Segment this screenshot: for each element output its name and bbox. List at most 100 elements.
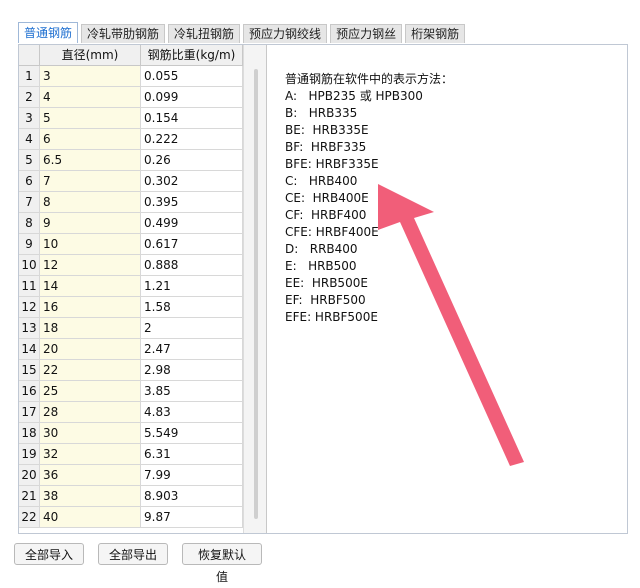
weight-cell[interactable]: 7.99: [141, 465, 243, 485]
diameter-cell[interactable]: 9: [40, 213, 141, 233]
row-index-cell: 1: [19, 66, 40, 86]
tab-cold-rolled-ribbed[interactable]: 冷轧带肋钢筋: [81, 24, 166, 43]
table-row[interactable]: 8 9 0.499: [19, 213, 243, 234]
row-index-cell: 13: [19, 318, 40, 338]
table-row[interactable]: 20 36 7.99: [19, 465, 243, 486]
table-row[interactable]: 1 3 0.055: [19, 66, 243, 87]
table-row[interactable]: 17 28 4.83: [19, 402, 243, 423]
export-all-button[interactable]: 全部导出: [98, 543, 168, 565]
rebar-settings-dialog: 普通钢筋 冷轧带肋钢筋 冷轧扭钢筋 预应力钢绞线 预应力钢丝 桁架钢筋 直径(m…: [12, 16, 628, 540]
row-index-cell: 21: [19, 486, 40, 506]
row-index-cell: 22: [19, 507, 40, 527]
diameter-cell[interactable]: 4: [40, 87, 141, 107]
weight-cell[interactable]: 2.47: [141, 339, 243, 359]
diameter-cell[interactable]: 10: [40, 234, 141, 254]
weight-cell[interactable]: 0.617: [141, 234, 243, 254]
row-index-cell: 19: [19, 444, 40, 464]
diameter-cell[interactable]: 8: [40, 192, 141, 212]
weight-cell[interactable]: 0.888: [141, 255, 243, 275]
row-index-cell: 14: [19, 339, 40, 359]
diameter-cell[interactable]: 6: [40, 129, 141, 149]
description-title: 普通钢筋在软件中的表示方法：: [285, 72, 454, 86]
diameter-cell[interactable]: 22: [40, 360, 141, 380]
diameter-cell[interactable]: 18: [40, 318, 141, 338]
table-row[interactable]: 15 22 2.98: [19, 360, 243, 381]
table-row[interactable]: 7 8 0.395: [19, 192, 243, 213]
weight-cell[interactable]: 5.549: [141, 423, 243, 443]
restore-defaults-button[interactable]: 恢复默认值: [182, 543, 262, 584]
diameter-cell[interactable]: 5: [40, 108, 141, 128]
notation-line: CE: HRB400E: [285, 191, 369, 205]
diameter-cell[interactable]: 6.5: [40, 150, 141, 170]
diameter-cell[interactable]: 7: [40, 171, 141, 191]
weight-cell[interactable]: 0.26: [141, 150, 243, 170]
row-index-cell: 16: [19, 381, 40, 401]
tab-bar: 普通钢筋 冷轧带肋钢筋 冷轧扭钢筋 预应力钢绞线 预应力钢丝 桁架钢筋: [18, 22, 468, 44]
table-row[interactable]: 12 16 1.58: [19, 297, 243, 318]
header-index: [19, 45, 40, 65]
tab-regular-rebar[interactable]: 普通钢筋: [18, 22, 79, 43]
table-row[interactable]: 14 20 2.47: [19, 339, 243, 360]
weight-cell[interactable]: 9.87: [141, 507, 243, 527]
weight-cell[interactable]: 0.302: [141, 171, 243, 191]
weight-cell[interactable]: 1.58: [141, 297, 243, 317]
table-row[interactable]: 3 5 0.154: [19, 108, 243, 129]
diameter-cell[interactable]: 32: [40, 444, 141, 464]
row-index-cell: 11: [19, 276, 40, 296]
weight-cell[interactable]: 2: [141, 318, 243, 338]
table-row[interactable]: 13 18 2: [19, 318, 243, 339]
notation-line: EFE: HRBF500E: [285, 310, 378, 324]
row-index-cell: 10: [19, 255, 40, 275]
weight-cell[interactable]: 0.222: [141, 129, 243, 149]
row-index-cell: 8: [19, 213, 40, 233]
tab-cold-rolled-twisted[interactable]: 冷轧扭钢筋: [168, 24, 241, 43]
diameter-cell[interactable]: 40: [40, 507, 141, 527]
import-all-button[interactable]: 全部导入: [14, 543, 84, 565]
header-diameter[interactable]: 直径(mm): [40, 45, 141, 65]
weight-cell[interactable]: 0.395: [141, 192, 243, 212]
weight-cell[interactable]: 1.21: [141, 276, 243, 296]
table-row[interactable]: 18 30 5.549: [19, 423, 243, 444]
weight-cell[interactable]: 0.499: [141, 213, 243, 233]
diameter-cell[interactable]: 16: [40, 297, 141, 317]
tab-prestressed-strand[interactable]: 预应力钢绞线: [243, 24, 328, 43]
diameter-cell[interactable]: 20: [40, 339, 141, 359]
row-index-cell: 6: [19, 171, 40, 191]
weight-cell[interactable]: 0.099: [141, 87, 243, 107]
diameter-cell[interactable]: 28: [40, 402, 141, 422]
diameter-cell[interactable]: 14: [40, 276, 141, 296]
diameter-cell[interactable]: 30: [40, 423, 141, 443]
notation-line: BE: HRB335E: [285, 123, 369, 137]
table-row[interactable]: 21 38 8.903: [19, 486, 243, 507]
table-row[interactable]: 11 14 1.21: [19, 276, 243, 297]
table-row[interactable]: 19 32 6.31: [19, 444, 243, 465]
weight-cell[interactable]: 6.31: [141, 444, 243, 464]
table-scrollbar[interactable]: [243, 45, 267, 533]
weight-cell[interactable]: 0.055: [141, 66, 243, 86]
tab-prestressed-wire[interactable]: 预应力钢丝: [330, 24, 403, 43]
header-weight[interactable]: 钢筋比重(kg/m): [141, 45, 243, 65]
diameter-cell[interactable]: 12: [40, 255, 141, 275]
table-row[interactable]: 5 6.5 0.26: [19, 150, 243, 171]
diameter-cell[interactable]: 25: [40, 381, 141, 401]
diameter-cell[interactable]: 3: [40, 66, 141, 86]
table-row[interactable]: 10 12 0.888: [19, 255, 243, 276]
weight-cell[interactable]: 0.154: [141, 108, 243, 128]
weight-cell[interactable]: 2.98: [141, 360, 243, 380]
diameter-cell[interactable]: 38: [40, 486, 141, 506]
weight-cell[interactable]: 4.83: [141, 402, 243, 422]
scrollbar-thumb[interactable]: [254, 69, 258, 519]
table-row[interactable]: 22 40 9.87: [19, 507, 243, 528]
notation-line: D: RRB400: [285, 242, 358, 256]
weight-cell[interactable]: 8.903: [141, 486, 243, 506]
table-row[interactable]: 6 7 0.302: [19, 171, 243, 192]
table-row[interactable]: 9 10 0.617: [19, 234, 243, 255]
weight-cell[interactable]: 3.85: [141, 381, 243, 401]
table-row[interactable]: 2 4 0.099: [19, 87, 243, 108]
row-index-cell: 7: [19, 192, 40, 212]
table-row[interactable]: 16 25 3.85: [19, 381, 243, 402]
diameter-cell[interactable]: 36: [40, 465, 141, 485]
tab-truss-rebar[interactable]: 桁架钢筋: [405, 24, 466, 43]
button-bar: 全部导入 全部导出 恢复默认值: [14, 543, 276, 584]
table-row[interactable]: 4 6 0.222: [19, 129, 243, 150]
